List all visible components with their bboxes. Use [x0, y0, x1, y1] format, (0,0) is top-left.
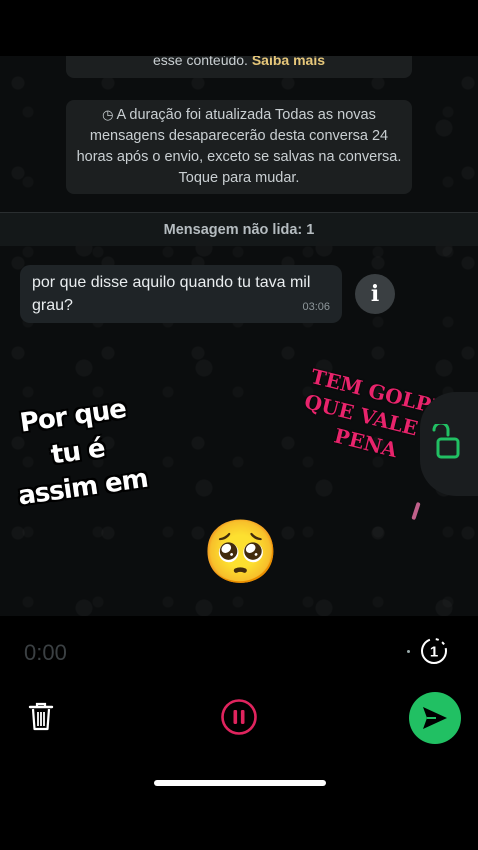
- disappearing-messages-notice[interactable]: ◷ A duração foi atualizada Todas as novas…: [66, 100, 412, 194]
- chat-screen: esse conteúdo. Saiba mais ◷ A duração foi…: [0, 0, 478, 850]
- view-once-icon[interactable]: 1: [419, 636, 449, 666]
- system-notice-top[interactable]: esse conteúdo. Saiba mais: [66, 56, 412, 78]
- unread-label: Mensagem não lida: 1: [163, 222, 315, 238]
- disappearing-notice-text: A duração foi atualizada Todas as novas …: [76, 107, 402, 186]
- saiba-mais-link[interactable]: Saiba mais: [252, 56, 325, 68]
- trash-icon[interactable]: [27, 700, 55, 732]
- timer-icon: ◷: [102, 107, 114, 122]
- unread-messages-divider: Mensagem não lida: 1: [0, 212, 478, 246]
- home-indicator[interactable]: [154, 780, 326, 786]
- crying-emoji-sticker[interactable]: 🥺: [202, 514, 279, 592]
- pause-button[interactable]: [220, 698, 258, 736]
- view-once-label: 1: [430, 644, 438, 661]
- recording-timer: 0:00: [24, 640, 67, 665]
- info-icon: i: [370, 281, 380, 307]
- unlock-icon[interactable]: [428, 424, 462, 460]
- recording-dot: [407, 650, 410, 653]
- text-sticker-left[interactable]: Por que tu é assim em: [1, 389, 155, 517]
- message-time: 03:06: [302, 301, 330, 313]
- message-text: por que disse aquilo quando tu tava mil …: [32, 274, 311, 314]
- incoming-message[interactable]: por que disse aquilo quando tu tava mil …: [20, 265, 342, 323]
- info-button[interactable]: i: [355, 274, 395, 314]
- system-notice-top-text: esse conteúdo.: [152, 56, 252, 68]
- send-icon: [423, 707, 447, 729]
- send-button[interactable]: [409, 692, 461, 744]
